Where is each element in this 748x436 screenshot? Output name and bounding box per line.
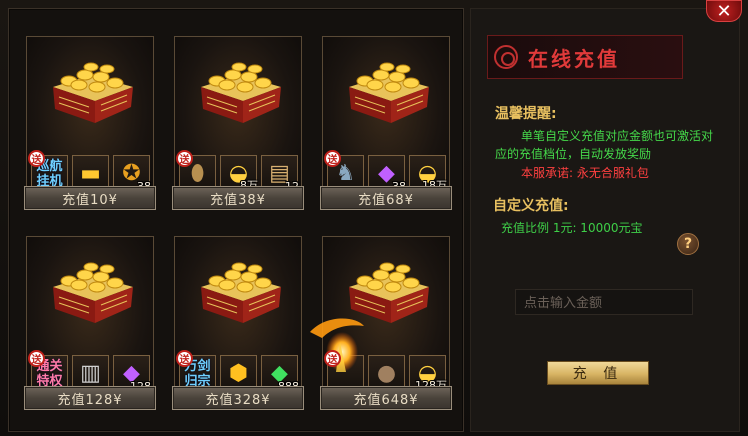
treasure-chest-icon (201, 62, 281, 123)
gift-badge: 送 (28, 350, 45, 367)
gift-badge: 送 (176, 350, 193, 367)
treasure-chest-icon (53, 62, 133, 123)
package-card: 送巡航挂机▬✪38 充值10¥ (24, 22, 156, 212)
treasure-chest-icon (53, 262, 133, 323)
promise-text: 本服承诺: 永无合服礼包 (521, 166, 649, 180)
gift-badge: 送 (28, 150, 45, 167)
package-card: 送●◒128万 充值648¥ (320, 222, 452, 412)
gift-badge: 送 (176, 150, 193, 167)
charge-button[interactable]: 充 值 (547, 361, 649, 385)
package-frame: 送巡航挂机▬✪38 (26, 36, 154, 202)
swordsman-icon: ♞ (335, 161, 356, 186)
close-icon[interactable]: ✕ (706, 0, 742, 22)
ratio-text: 充值比例 1元: 10000元宝 (501, 221, 643, 235)
recharge-package-button[interactable]: 充值10¥ (24, 186, 156, 210)
package-card: 送通关特权▥◆128 充值128¥ (24, 222, 156, 412)
package-frame: 送●◒128万 (322, 236, 450, 402)
tip-label: 温馨提醒: (495, 106, 557, 122)
money-bag-icon: ● (376, 361, 397, 386)
gift-badge: 送 (324, 150, 341, 167)
recharge-emblem-icon (494, 45, 518, 69)
recharge-package-button[interactable]: 充值328¥ (172, 386, 304, 410)
package-frame: 送⬮◒8万▤12 (174, 36, 302, 202)
amount-input[interactable] (515, 289, 693, 315)
recharge-package-button[interactable]: 充值128¥ (24, 386, 156, 410)
package-frame: 送万剑归宗⬢◆888 (174, 236, 302, 402)
treasure-chest-icon (349, 62, 429, 123)
recharge-panel: 在线充值 温馨提醒: 单笔自定义充值对应金额也可激活对 应的充值档位，自动发放奖… (470, 8, 740, 432)
gold-bar-icon: ▬ (80, 161, 101, 186)
panel-title: 在线充值 (528, 46, 620, 71)
recharge-package-button[interactable]: 充值648¥ (320, 386, 452, 410)
tip-line-1: 单笔自定义充值对应金额也可激活对 (521, 129, 714, 143)
panel-title-bar: 在线充值 (487, 35, 683, 79)
package-frame: 送♞◆38◒18万 (322, 36, 450, 202)
package-frame: 送通关特权▥◆128 (26, 236, 154, 402)
package-card: 送♞◆38◒18万 充值68¥ (320, 22, 452, 212)
treasure-chest-icon (349, 262, 429, 323)
package-card: 送⬮◒8万▤12 充值38¥ (172, 22, 304, 212)
hornet-pet-icon: ⬮ (190, 161, 205, 186)
gift-badge: 送 (324, 350, 341, 367)
custom-recharge-label: 自定义充值: (493, 198, 569, 214)
help-icon[interactable]: ? (677, 233, 699, 255)
package-card: 送万剑归宗⬢◆888 充值328¥ (172, 222, 304, 412)
gold-pile-icon: ⬢ (228, 361, 249, 386)
tip-line-2: 应的充值档位，自动发放奖励 (495, 147, 652, 161)
recharge-package-button[interactable]: 充值68¥ (320, 186, 452, 210)
recharge-package-button[interactable]: 充值38¥ (172, 186, 304, 210)
treasure-chest-icon (201, 262, 281, 323)
paper-icon: ▥ (80, 361, 101, 386)
